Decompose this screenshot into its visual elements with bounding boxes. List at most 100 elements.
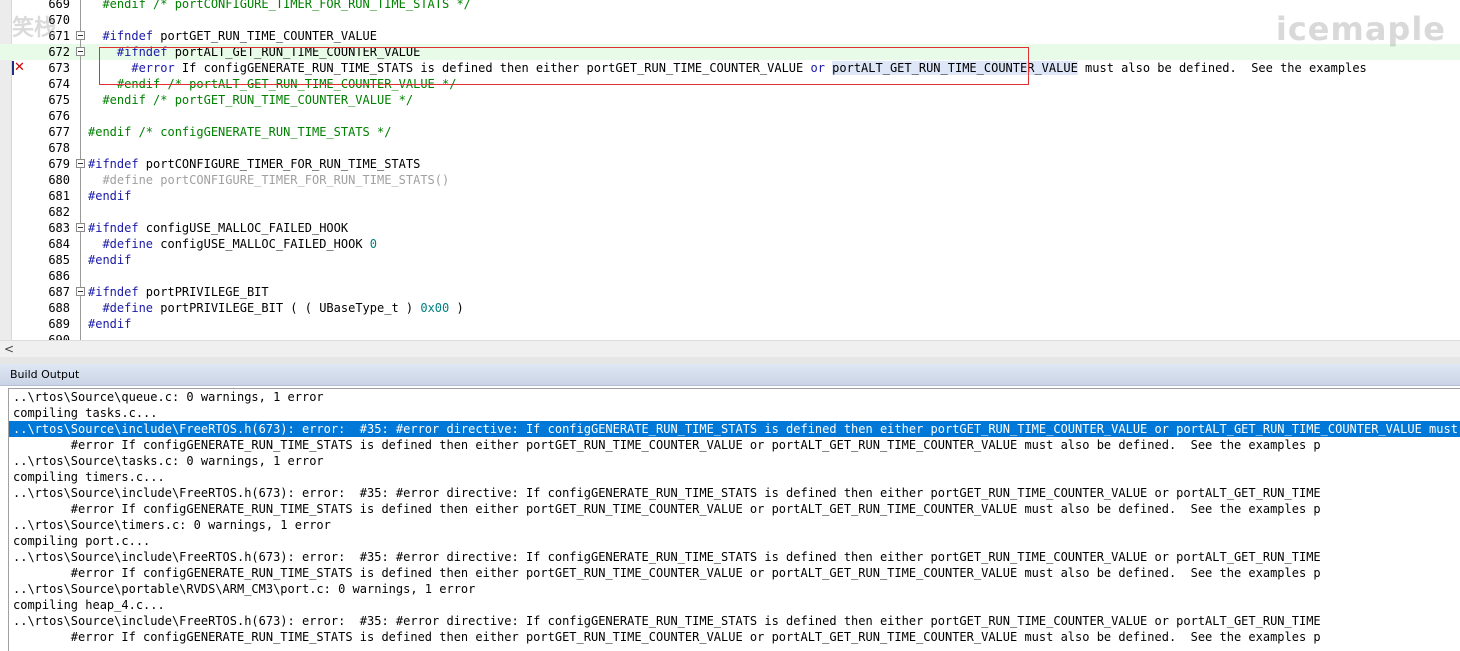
output-line[interactable]: #error If configGENERATE_RUN_TIME_STATS …: [9, 501, 1460, 517]
code-line[interactable]: 670: [0, 12, 1460, 28]
code-line[interactable]: 671 #ifndef portGET_RUN_TIME_COUNTER_VAL…: [0, 28, 1460, 44]
code-line[interactable]: 684 #define configUSE_MALLOC_FAILED_HOOK…: [0, 236, 1460, 252]
fold-guide: [80, 12, 81, 28]
output-line[interactable]: compiling heap_4.c...: [9, 597, 1460, 613]
fold-guide: [80, 92, 81, 108]
output-line[interactable]: ..\rtos\Source\timers.c: 0 warnings, 1 e…: [9, 517, 1460, 533]
code-line[interactable]: 669 #endif /* portCONFIGURE_TIMER_FOR_RU…: [0, 0, 1460, 12]
line-number: 687: [48, 285, 70, 299]
output-line[interactable]: compiling timers.c...: [9, 469, 1460, 485]
code-line[interactable]: 687 #ifndef portPRIVILEGE_BIT: [0, 284, 1460, 300]
output-line[interactable]: ..\rtos\Source\tasks.c: 0 warnings, 1 er…: [9, 453, 1460, 469]
code-line[interactable]: 689 #endif: [0, 316, 1460, 332]
code-line[interactable]: 686: [0, 268, 1460, 284]
pane-splitter[interactable]: [0, 357, 1460, 364]
output-line[interactable]: ..\rtos\Source\portable\RVDS\ARM_CM3\por…: [9, 581, 1460, 597]
line-number: 684: [48, 237, 70, 251]
fold-guide: [80, 140, 81, 156]
fold-line: [76, 204, 85, 220]
output-line[interactable]: ..\rtos\Source\include\FreeRTOS.h(673): …: [9, 485, 1460, 501]
fold-toggle-icon[interactable]: [76, 284, 85, 300]
line-number: 690: [48, 333, 70, 340]
fold-guide: [80, 188, 81, 204]
code-line[interactable]: 680 #define portCONFIGURE_TIMER_FOR_RUN_…: [0, 172, 1460, 188]
x-mark-icon: ✕: [14, 60, 25, 75]
code-text: #ifndef portPRIVILEGE_BIT: [88, 284, 269, 300]
build-output-title: Build Output: [0, 364, 1460, 386]
build-output-list[interactable]: ..\rtos\Source\queue.c: 0 warnings, 1 er…: [8, 388, 1460, 651]
collapse-box-icon[interactable]: [76, 159, 85, 168]
code-text: #endif: [88, 252, 131, 268]
output-line[interactable]: compiling tasks.c...: [9, 405, 1460, 421]
collapse-box-icon[interactable]: [76, 47, 85, 56]
chevron-left-icon[interactable]: <: [4, 341, 14, 357]
collapse-box-icon[interactable]: [76, 223, 85, 232]
fold-line: [76, 236, 85, 252]
code-token: #ifndef: [88, 285, 146, 299]
fold-line: [76, 252, 85, 268]
fold-guide: [80, 172, 81, 188]
fold-toggle-icon[interactable]: [76, 28, 85, 44]
fold-line: [76, 140, 85, 156]
code-token: portGET_RUN_TIME_COUNTER_VALUE: [160, 29, 377, 43]
output-line[interactable]: compiling port.c...: [9, 533, 1460, 549]
horizontal-scrollbar[interactable]: <: [0, 340, 1460, 357]
line-number: 681: [48, 189, 70, 203]
code-line[interactable]: 683 #ifndef configUSE_MALLOC_FAILED_HOOK: [0, 220, 1460, 236]
fold-line: [76, 124, 85, 140]
code-line[interactable]: 685 #endif: [0, 252, 1460, 268]
fold-line: [76, 172, 85, 188]
line-number: 685: [48, 253, 70, 267]
fold-line: [76, 332, 85, 340]
fold-guide: [80, 316, 81, 332]
code-line[interactable]: 677 #endif /* configGENERATE_RUN_TIME_STA…: [0, 124, 1460, 140]
output-line[interactable]: ..\rtos\Source\include\FreeRTOS.h(673): …: [9, 421, 1460, 437]
code-token: #endif /* configGENERATE_RUN_TIME_STATS …: [88, 125, 392, 139]
fold-guide: [80, 300, 81, 316]
code-token: #endif: [88, 189, 132, 203]
code-line[interactable]: 676: [0, 108, 1460, 124]
collapse-box-icon[interactable]: [76, 287, 85, 296]
output-line[interactable]: #error If configGENERATE_RUN_TIME_STATS …: [9, 629, 1460, 645]
code-text: #endif: [88, 188, 131, 204]
code-line[interactable]: 688 #define portPRIVILEGE_BIT ( ( UBaseT…: [0, 300, 1460, 316]
output-line[interactable]: #error If configGENERATE_RUN_TIME_STATS …: [9, 437, 1460, 453]
code-text: #endif /* portCONFIGURE_TIMER_FOR_RUN_TI…: [88, 0, 471, 12]
output-line[interactable]: ..\rtos\Source\include\FreeRTOS.h(673): …: [9, 613, 1460, 629]
line-number: 672: [48, 45, 70, 59]
fold-toggle-icon[interactable]: [76, 44, 85, 60]
fold-line: [76, 76, 85, 92]
watermark-right: icemaple: [1275, 10, 1446, 48]
fold-line: [76, 92, 85, 108]
collapse-box-icon[interactable]: [76, 31, 85, 40]
fold-line: [76, 268, 85, 284]
code-token: #define: [88, 237, 161, 251]
line-number: 689: [48, 317, 70, 331]
output-line[interactable]: ..\rtos\Source\queue.c: 0 warnings, 1 er…: [9, 389, 1460, 405]
code-token: #ifndef: [88, 29, 161, 43]
code-token: #ifndef: [88, 157, 146, 171]
code-line[interactable]: 675 #endif /* portGET_RUN_TIME_COUNTER_V…: [0, 92, 1460, 108]
code-line[interactable]: 678: [0, 140, 1460, 156]
fold-toggle-icon[interactable]: [76, 220, 85, 236]
code-token: portCONFIGURE_TIMER_FOR_RUN_TIME_STATS: [145, 157, 421, 171]
code-token: portPRIVILEGE_BIT: [145, 285, 269, 299]
fold-guide: [80, 268, 81, 284]
code-text: #ifndef configUSE_MALLOC_FAILED_HOOK: [88, 220, 348, 236]
code-line[interactable]: 682: [0, 204, 1460, 220]
output-line[interactable]: #error If configGENERATE_RUN_TIME_STATS …: [9, 565, 1460, 581]
fold-toggle-icon[interactable]: [76, 156, 85, 172]
code-token: #endif /* portCONFIGURE_TIMER_FOR_RUN_TI…: [88, 0, 471, 11]
code-token: configUSE_MALLOC_FAILED_HOOK: [160, 237, 370, 251]
output-line[interactable]: ..\rtos\Source\include\FreeRTOS.h(673): …: [9, 549, 1460, 565]
code-line[interactable]: 681 #endif: [0, 188, 1460, 204]
code-token: #endif: [88, 317, 132, 331]
code-editor[interactable]: 669 #endif /* portCONFIGURE_TIMER_FOR_RU…: [0, 0, 1460, 340]
fold-line: [76, 316, 85, 332]
fold-guide: [80, 252, 81, 268]
watermark-left: 笑栈: [12, 16, 57, 41]
fold-guide: [80, 204, 81, 220]
line-number: 688: [48, 301, 70, 315]
code-line[interactable]: 679 #ifndef portCONFIGURE_TIMER_FOR_RUN_T…: [0, 156, 1460, 172]
code-line[interactable]: 690: [0, 332, 1460, 340]
